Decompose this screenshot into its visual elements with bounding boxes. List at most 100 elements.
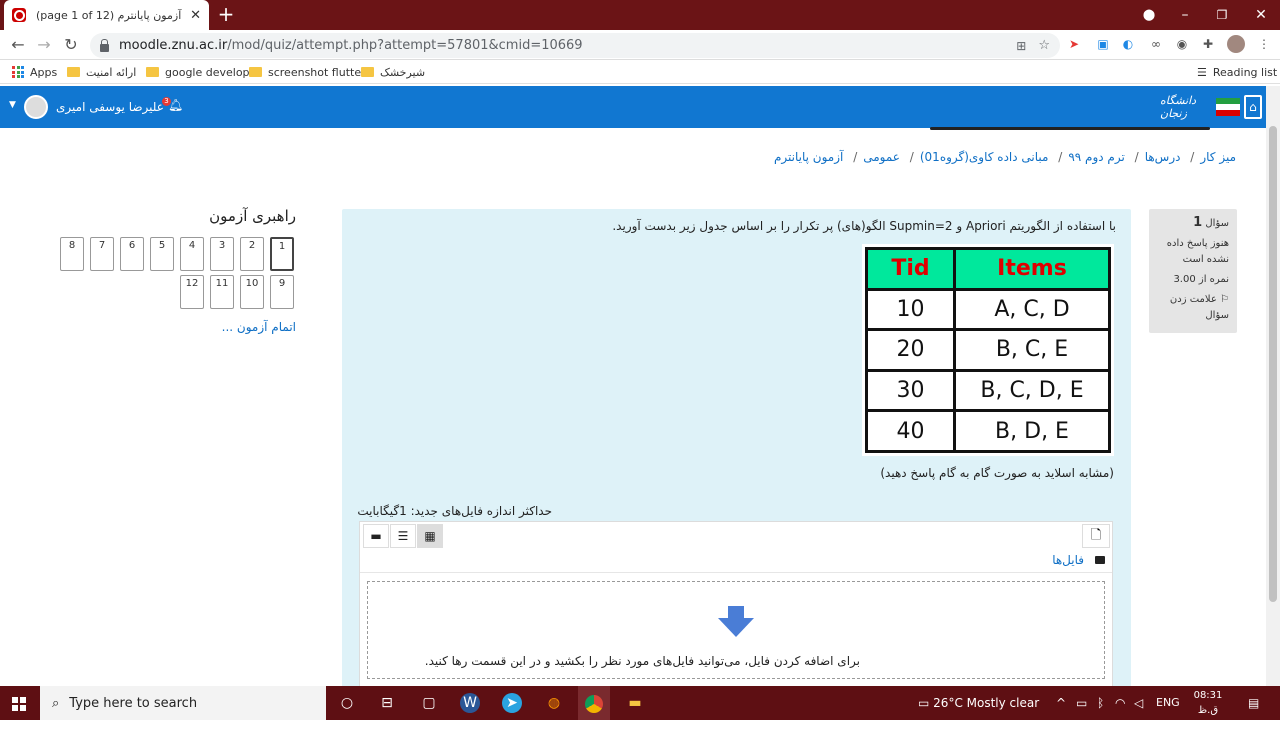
table-cell: 10: [865, 287, 956, 332]
show-hidden-icons[interactable]: ^: [1056, 686, 1066, 720]
bookmark-folder[interactable]: google develop: [146, 64, 250, 80]
task-view-icon[interactable]: ⊟: [376, 693, 398, 713]
breadcrumb-item[interactable]: درس‌ها: [1145, 150, 1181, 164]
extension-video-icon[interactable]: ▣: [1095, 36, 1111, 52]
folder-view-button[interactable]: ▬: [363, 524, 389, 548]
bookmark-folder[interactable]: ارائه امنیت: [67, 64, 136, 80]
quiz-nav-button[interactable]: 12: [180, 275, 204, 309]
max-file-size: حداکثر اندازه فایل‌های جدید: 1گیگابایت: [357, 504, 552, 518]
avatar[interactable]: [24, 95, 48, 119]
telegram-icon[interactable]: ➤: [502, 693, 522, 713]
word-icon[interactable]: W: [460, 693, 480, 713]
quiz-nav-button[interactable]: 9: [270, 275, 294, 309]
chevron-down-icon[interactable]: ▼: [9, 100, 16, 110]
profile-dropdown-icon[interactable]: ⬤: [1132, 0, 1166, 30]
minimize-icon[interactable]: –: [1168, 0, 1202, 30]
breadcrumb-item[interactable]: عمومی: [863, 150, 900, 164]
grid-view-button[interactable]: ▦: [417, 524, 443, 548]
volume-icon[interactable]: ◁: [1134, 686, 1143, 720]
app-icon[interactable]: ▢: [418, 693, 440, 713]
file-explorer-icon[interactable]: ▬: [624, 693, 646, 713]
taskbar-search[interactable]: ⌕ Type here to search: [40, 686, 326, 720]
breadcrumb-item[interactable]: ترم دوم ۹۹: [1068, 150, 1124, 164]
bookmark-folder[interactable]: شیرخشک: [361, 64, 425, 80]
reload-icon[interactable]: ↻: [60, 34, 82, 56]
back-icon[interactable]: ←: [7, 34, 29, 56]
reading-list[interactable]: ☰ Reading list: [1197, 64, 1277, 80]
user-menu[interactable]: علیرضا یوسفی امیری: [56, 86, 164, 128]
page-heading-clipped: [930, 118, 1230, 132]
tab-title: (page 1 of 12) آزمون پایانترم: [36, 8, 182, 22]
browser-menu-icon[interactable]: ⋮: [1256, 36, 1272, 52]
breadcrumb-item[interactable]: مبانی داده کاوی(گروه01): [920, 150, 1049, 164]
transaction-table: Tid Items 10 A, C, D 20 B, C, E 30 B, C, D, …: [865, 247, 1111, 453]
wifi-icon[interactable]: ◠: [1115, 686, 1125, 720]
profile-avatar-icon[interactable]: [1227, 35, 1245, 53]
files-path-link[interactable]: فایل‌ها: [1052, 553, 1084, 567]
reading-list-icon: ☰: [1197, 65, 1207, 79]
weather-widget[interactable]: ▭ 26°C Mostly clear: [918, 686, 1039, 720]
apps-grid-icon: [12, 66, 24, 78]
list-icon: ☰: [397, 529, 409, 543]
extension-circle-icon[interactable]: ◉: [1174, 36, 1190, 52]
quiz-nav-button[interactable]: 10: [240, 275, 264, 309]
flag-question[interactable]: ⚐ علامت زدن سؤال: [1157, 292, 1229, 324]
folder-icon: [1095, 556, 1105, 564]
quiz-nav-button[interactable]: 8: [60, 237, 84, 271]
firefox-icon[interactable]: ◍: [543, 693, 565, 713]
question-info-panel: سؤال 1 هنوز پاسخ داده نشده است نمره از 3…: [1149, 209, 1237, 333]
breadcrumb-item[interactable]: میز کار: [1200, 150, 1236, 164]
quiz-nav-button[interactable]: 2: [240, 237, 264, 271]
maximize-icon[interactable]: ❐: [1205, 0, 1239, 30]
table-cell: B, C, E: [953, 328, 1111, 372]
quiz-nav-button[interactable]: 1: [270, 237, 294, 271]
extension-red-icon[interactable]: ➤: [1066, 36, 1082, 52]
url-path: /mod/quiz/attempt.php?attempt=57801&cmid…: [227, 38, 583, 53]
table-cell: 20: [865, 328, 956, 372]
quiz-nav-button[interactable]: 6: [120, 237, 144, 271]
table-cell: A, C, D: [953, 287, 1111, 332]
table-cell: 30: [865, 368, 956, 413]
folder-icon: [361, 67, 374, 77]
browser-tab[interactable]: (page 1 of 12) آزمون پایانترم ✕: [4, 0, 209, 30]
bookmark-folder[interactable]: screenshot flutter: [249, 64, 366, 80]
drop-zone-text: برای اضافه کردن فایل، می‌توانید فایل‌های…: [424, 654, 860, 668]
extension-blue-icon[interactable]: ◐: [1120, 36, 1136, 52]
close-tab-icon[interactable]: ✕: [190, 8, 201, 23]
question-mark: نمره از 3.00: [1173, 274, 1229, 285]
list-view-button[interactable]: ☰: [390, 524, 416, 548]
scrollbar-thumb[interactable]: [1269, 126, 1277, 602]
cortana-icon[interactable]: ○: [336, 693, 358, 713]
quiz-nav-button[interactable]: 3: [210, 237, 234, 271]
notifications-icon[interactable]: ▤: [1248, 686, 1259, 720]
add-file-button[interactable]: 🗋︎: [1082, 524, 1110, 548]
quiz-nav-button[interactable]: 4: [180, 237, 204, 271]
file-icon: 🗋︎: [1090, 528, 1102, 543]
translate-icon[interactable]: ⊞: [1016, 39, 1026, 53]
bookmark-star-icon[interactable]: ☆: [1038, 38, 1050, 53]
extensions-puzzle-icon[interactable]: ✚: [1200, 36, 1216, 52]
close-window-icon[interactable]: ✕: [1244, 0, 1278, 30]
breadcrumb-item[interactable]: آزمون پایانترم: [774, 150, 843, 164]
quiz-nav-button[interactable]: 11: [210, 275, 234, 309]
iran-flag-icon: [1216, 98, 1240, 116]
grid-icon: ▦: [424, 529, 436, 543]
language-indicator[interactable]: ENG: [1156, 686, 1180, 720]
bookmark-apps[interactable]: Apps: [12, 64, 57, 80]
quiz-nav-button[interactable]: 7: [90, 237, 114, 271]
url-bar[interactable]: moodle.znu.ac.ir/mod/quiz/attempt.php?at…: [90, 33, 1060, 58]
new-tab-icon[interactable]: +: [214, 3, 238, 27]
search-icon: ⌕: [52, 695, 60, 711]
windows-start-icon[interactable]: [12, 697, 26, 711]
finish-attempt-link[interactable]: اتمام آزمون ...: [222, 320, 296, 334]
question-status: هنوز پاسخ داده نشده است: [1166, 238, 1229, 265]
breadcrumb: میز کار/ درس‌ها/ ترم دوم ۹۹/ مبانی داده …: [773, 150, 1236, 164]
forward-icon[interactable]: →: [33, 34, 55, 56]
bluetooth-icon[interactable]: ᛒ: [1097, 686, 1104, 720]
moodle-favicon-icon: [12, 8, 26, 22]
divider: [360, 572, 1112, 573]
extension-glasses-icon[interactable]: ∞: [1148, 36, 1164, 52]
page-scrollbar[interactable]: [1266, 86, 1280, 686]
clock[interactable]: 08:31 ق.ظ ۱۴۰۰/۰۴/۱۰: [1182, 688, 1234, 733]
quiz-nav-button[interactable]: 5: [150, 237, 174, 271]
